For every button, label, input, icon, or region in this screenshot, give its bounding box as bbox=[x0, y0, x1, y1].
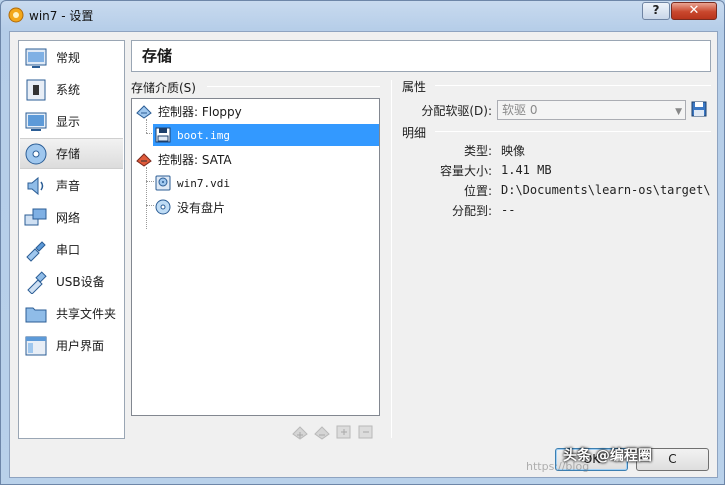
sidebar-item-system[interactable]: 系统 bbox=[20, 74, 123, 105]
close-button[interactable]: ✕ bbox=[671, 2, 717, 20]
system-icon bbox=[26, 79, 46, 100]
sata-controller-icon bbox=[136, 153, 152, 167]
attached-to-label: 分配到: bbox=[451, 204, 492, 218]
tree-item-win7-vdi[interactable]: win7.vdi bbox=[155, 172, 379, 194]
user-interface-icon bbox=[25, 336, 47, 355]
sidebar-item-label: 系统 bbox=[56, 83, 81, 97]
tree-item-sata-controller[interactable]: 控制器: SATA bbox=[136, 148, 379, 170]
shared-folder-icon bbox=[25, 307, 47, 322]
usb-icon bbox=[27, 270, 47, 294]
sidebar-item-usb[interactable]: USB设备 bbox=[20, 266, 123, 297]
sidebar-item-label: 声音 bbox=[56, 179, 81, 193]
general-icon bbox=[25, 48, 47, 68]
floppy-controller-icon bbox=[136, 105, 152, 119]
sidebar-item-audio[interactable]: 声音 bbox=[20, 170, 123, 201]
floppy-drive-value: 软驱 0 bbox=[502, 103, 538, 117]
divider bbox=[435, 85, 711, 86]
type-label: 类型: bbox=[463, 144, 492, 158]
floppy-disk-icon bbox=[155, 127, 171, 143]
sidebar-item-display[interactable]: 显示 bbox=[20, 106, 123, 137]
tree-connector bbox=[146, 181, 154, 182]
sidebar-item-label: 串口 bbox=[56, 243, 81, 257]
floppy-drive-select[interactable]: 软驱 0 ▼ bbox=[497, 100, 686, 120]
divider bbox=[207, 86, 380, 87]
chevron-down-icon: ▼ bbox=[675, 107, 682, 117]
tree-item-floppy-controller[interactable]: 控制器: Floppy bbox=[136, 100, 379, 122]
tree-item-label: win7.vdi bbox=[177, 176, 230, 190]
title-bar[interactable]: win7 - 设置 ? ✕ bbox=[1, 1, 724, 29]
sidebar-item-shared-folders[interactable]: 共享文件夹 bbox=[20, 298, 123, 329]
tree-item-boot-img[interactable]: boot.img bbox=[153, 124, 379, 146]
virtualbox-icon bbox=[8, 7, 24, 23]
panel-divider bbox=[391, 80, 392, 438]
add-controller-icon[interactable] bbox=[291, 423, 309, 441]
sidebar-item-storage[interactable]: 存储 bbox=[20, 138, 123, 169]
sidebar-item-user-interface[interactable]: 用户界面 bbox=[20, 330, 123, 361]
sidebar-item-network[interactable]: 网络 bbox=[20, 202, 123, 233]
dialog-body: 常规 系统 显示 存储 声音 网络 串口 USB设备 共享文件夹 用户界面 存储… bbox=[9, 31, 718, 478]
sidebar-item-serial-port[interactable]: 串口 bbox=[20, 234, 123, 265]
sidebar-item-general[interactable]: 常规 bbox=[20, 42, 123, 73]
storage-tree[interactable]: 控制器: Floppy boot.img 控制器: SATA win7.vdi bbox=[131, 98, 380, 416]
help-button[interactable]: ? bbox=[642, 2, 670, 20]
storage-media-label: 存储介质(S) bbox=[131, 81, 196, 95]
add-attachment-icon[interactable] bbox=[335, 423, 353, 441]
sidebar-item-label: 显示 bbox=[56, 115, 81, 129]
hard-disk-icon bbox=[155, 175, 171, 191]
tree-connector bbox=[146, 205, 154, 206]
serial-port-icon bbox=[26, 240, 46, 262]
details-label: 明细 bbox=[402, 126, 427, 140]
tree-item-empty-drive[interactable]: 没有盘片 bbox=[155, 196, 379, 218]
assign-drive-label: 分配软驱(D): bbox=[421, 104, 492, 118]
tree-item-label: 没有盘片 bbox=[177, 200, 226, 215]
remove-controller-icon[interactable] bbox=[313, 423, 331, 441]
location-value: D:\Documents\learn-os\target\boo… bbox=[501, 183, 711, 197]
sidebar-item-label: 用户界面 bbox=[56, 339, 105, 353]
optical-disc-icon bbox=[155, 199, 171, 215]
attached-to-value: -- bbox=[501, 203, 516, 217]
page-title: 存储 bbox=[131, 40, 711, 72]
network-icon bbox=[24, 208, 47, 225]
tree-item-label: boot.img bbox=[177, 128, 230, 142]
location-label: 位置: bbox=[463, 184, 492, 198]
tree-connector bbox=[146, 167, 147, 229]
size-label: 容量大小: bbox=[439, 164, 492, 178]
divider bbox=[435, 131, 711, 132]
size-value: 1.41 MB bbox=[501, 163, 552, 177]
sidebar-item-label: 存储 bbox=[56, 147, 81, 161]
tree-item-label: 控制器: Floppy bbox=[158, 104, 242, 119]
floppy-save-icon[interactable] bbox=[691, 101, 707, 117]
tree-item-label: 控制器: SATA bbox=[158, 152, 232, 167]
settings-window: win7 - 设置 ? ✕ 常规 系统 显示 存储 声音 网络 串口 USB设备… bbox=[0, 0, 725, 485]
remove-attachment-icon[interactable] bbox=[357, 423, 375, 441]
settings-sidebar: 常规 系统 显示 存储 声音 网络 串口 USB设备 共享文件夹 用户界面 bbox=[18, 40, 125, 439]
window-title: win7 - 设置 bbox=[29, 9, 94, 23]
storage-icon bbox=[25, 143, 47, 164]
sidebar-item-label: 常规 bbox=[56, 51, 81, 65]
display-icon bbox=[25, 112, 47, 131]
audio-icon bbox=[27, 176, 44, 195]
sidebar-item-label: 网络 bbox=[56, 211, 81, 225]
sidebar-item-label: 共享文件夹 bbox=[56, 307, 117, 321]
type-value: 映像 bbox=[501, 144, 526, 158]
attributes-label: 属性 bbox=[402, 80, 427, 94]
watermark: 头条 @编程圈 bbox=[563, 448, 652, 464]
sidebar-item-label: USB设备 bbox=[56, 275, 105, 289]
